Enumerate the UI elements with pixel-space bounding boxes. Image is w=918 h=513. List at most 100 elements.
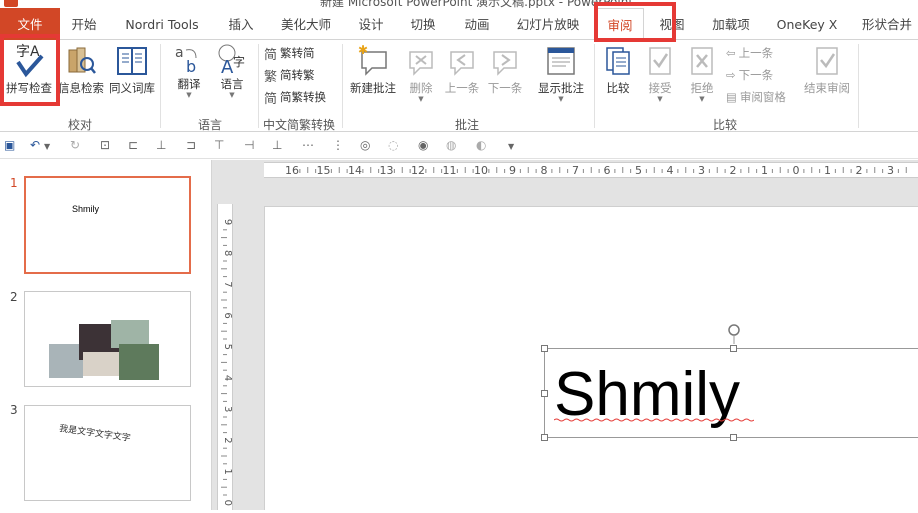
align-right-icon[interactable]: ⊐ [186, 138, 196, 154]
accept-change-icon [649, 47, 671, 75]
thumbnail-photo [49, 344, 83, 378]
merge-shapes-icon[interactable]: ◎ [360, 138, 370, 154]
ruler-label: 8 [222, 250, 232, 256]
tab-review[interactable]: 审阅 [596, 8, 644, 41]
previous-change-button[interactable]: ⇦ 上一条 [726, 44, 773, 62]
customize-toolbar-icon[interactable]: ▼ [508, 142, 514, 158]
chevron-down-icon: ▼ [229, 91, 235, 99]
align-middle-icon[interactable]: ⊣ [244, 138, 254, 154]
undo-icon[interactable]: ↶ [30, 138, 40, 154]
ruler-label: 9 [222, 219, 232, 225]
accept-label: 接受 [648, 81, 672, 95]
previous-change-icon: ⇦ [726, 46, 736, 60]
chinese-conversion-button[interactable]: 简 简繁转换 [264, 88, 326, 107]
subtract-shapes-icon[interactable]: ◐ [476, 138, 486, 154]
convert-to-simplified-button[interactable]: 简 繁转简 [264, 44, 315, 63]
tab-animations[interactable]: 动画 [454, 8, 500, 40]
tab-beautify-master[interactable]: 美化大师 [272, 8, 340, 40]
align-left-icon[interactable]: ⊏ [128, 138, 138, 154]
to-traditional-label: 简转繁 [280, 68, 315, 82]
end-review-button[interactable]: 结束审阅 [800, 42, 854, 96]
svg-text:字A: 字A [16, 44, 40, 60]
ruler-label: 0 [793, 164, 800, 177]
tab-shape-merge[interactable]: 形状合并 [852, 8, 918, 40]
resize-handle[interactable] [541, 390, 548, 397]
tab-design[interactable]: 设计 [348, 8, 394, 40]
comments-group-label: 批注 [454, 118, 479, 132]
compare-group-label: 比较 [712, 118, 737, 132]
language-button[interactable]: A 字 语言 ▼ [210, 42, 254, 99]
powerpoint-app-icon [4, 0, 18, 7]
tab-nordri-tools[interactable]: Nordri Tools [116, 8, 208, 40]
rotate-handle-icon[interactable] [725, 322, 743, 344]
new-comment-button[interactable]: ✱ 新建批注 [346, 42, 400, 96]
compare-button[interactable]: 比较 [598, 42, 638, 96]
slide-number: 3 [10, 403, 18, 417]
tab-file[interactable]: 文件 [0, 8, 60, 40]
align-top-icon[interactable]: ⊤ [214, 138, 224, 154]
slide-thumbnail-1[interactable]: Shmily [24, 176, 191, 274]
to-simplified-label: 繁转简 [280, 46, 315, 60]
align-bottom-icon[interactable]: ⊥ [272, 138, 282, 154]
distribute-vertical-icon[interactable]: ⋮ [332, 138, 344, 154]
spelling-check-icon: 字A [16, 44, 44, 78]
new-comment-icon: ✱ [358, 43, 387, 76]
quick-access-toolbar: ▣ ↶ ▼ ↻ ⊡ ⊏ ⊥ ⊐ ⊤ ⊣ ⊥ ⋯ ⋮ ◎ ◌ ◉ ◍ ◐ ▼ [0, 133, 918, 159]
align-center-icon[interactable]: ⊥ [156, 138, 166, 154]
resize-handle[interactable] [730, 345, 737, 352]
slideshow-icon[interactable]: ⊡ [100, 138, 110, 154]
slide-thumbnail-3[interactable]: 我是文字文字文字 [24, 405, 191, 501]
slide-text-shmily[interactable]: Shmily [554, 355, 740, 435]
chevron-down-icon[interactable]: ▼ [44, 142, 50, 158]
chinese-conversion-group-label: 中文简繁转换 [262, 118, 335, 132]
previous-comment-button[interactable]: 上一条 [442, 42, 482, 96]
chevron-down-icon: ▼ [418, 95, 424, 103]
translate-button[interactable]: a b 翻译 ▼ [166, 42, 212, 99]
ruler-label: 13 [380, 164, 394, 177]
convert-to-traditional-button[interactable]: 繁 简转繁 [264, 66, 315, 85]
combine-shapes-icon[interactable]: ◌ [388, 138, 398, 154]
research-button[interactable]: 信息检索 [56, 42, 106, 96]
next-change-button[interactable]: ⇨ 下一条 [726, 66, 773, 84]
next-change-icon: ⇨ [726, 68, 736, 82]
show-comments-icon [547, 47, 575, 75]
intersect-shapes-icon[interactable]: ◍ [446, 138, 456, 154]
ruler-label: 12 [411, 164, 425, 177]
delete-comment-button[interactable]: 删除 ▼ [402, 42, 440, 103]
resize-handle[interactable] [730, 434, 737, 441]
show-comments-button[interactable]: 显示批注 ▼ [534, 42, 588, 103]
ruler-label: 10 [474, 164, 488, 177]
tab-home[interactable]: 开始 [60, 8, 108, 40]
ruler-label: 11 [443, 164, 457, 177]
ruler-label: 9 [509, 164, 516, 177]
ruler-label: 5 [635, 164, 642, 177]
resize-handle[interactable] [541, 345, 548, 352]
ruler-label: 15 [317, 164, 331, 177]
tab-view[interactable]: 视图 [650, 8, 694, 40]
fragment-shapes-icon[interactable]: ◉ [418, 138, 428, 154]
research-icon [68, 47, 96, 74]
compare-icon [606, 47, 630, 75]
thesaurus-button[interactable]: 同义词库 [106, 42, 158, 96]
distribute-horizontal-icon[interactable]: ⋯ [302, 138, 314, 154]
ruler-label: 2 [222, 437, 232, 443]
tab-onekey-x[interactable]: OneKey X [770, 8, 844, 40]
previous-comment-label: 上一条 [444, 81, 480, 95]
redo-icon[interactable]: ↻ [70, 138, 80, 154]
tab-addins[interactable]: 加载项 [702, 8, 760, 40]
tab-insert[interactable]: 插入 [218, 8, 264, 40]
ruler-label: 1 [824, 164, 831, 177]
next-comment-button[interactable]: 下一条 [484, 42, 526, 96]
accept-button[interactable]: 接受 ▼ [640, 42, 680, 103]
save-icon[interactable]: ▣ [4, 138, 15, 154]
reject-button[interactable]: 拒绝 ▼ [682, 42, 722, 103]
tab-transitions[interactable]: 切换 [400, 8, 446, 40]
slide-thumbnail-2[interactable] [24, 291, 191, 387]
tab-slideshow[interactable]: 幻灯片放映 [510, 8, 586, 40]
spelling-button[interactable]: 字A 拼写检查 [2, 42, 56, 96]
spelling-label: 拼写检查 [6, 81, 52, 95]
ruler-label: 0 [222, 500, 232, 506]
reviewing-pane-button[interactable]: ▤ 审阅窗格 [726, 88, 786, 106]
resize-handle[interactable] [541, 434, 548, 441]
ruler-label: 6 [604, 164, 611, 177]
